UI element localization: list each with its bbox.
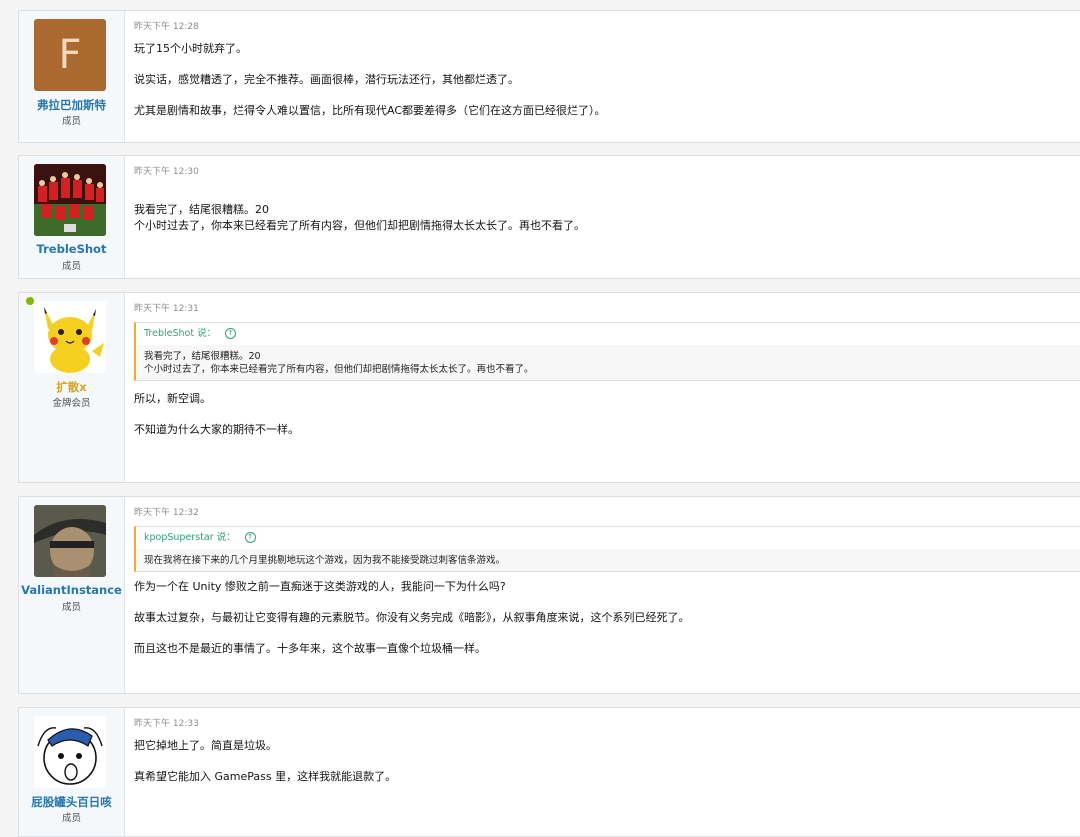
post-content: 把它掉地上了。简直是垃圾。 真希望它能加入 GamePass 里，这样我就能退款…	[134, 738, 1080, 800]
avatar[interactable]	[34, 716, 106, 788]
username[interactable]: 弗拉巴加斯特	[19, 97, 124, 113]
quote-block: kpopSuperstar 说： ↑ 现在我将在接下来的几个月里挑剔地玩这个游戏…	[134, 526, 1080, 572]
post-content: 所以，新空调。 不知道为什么大家的期待不一样。	[134, 391, 1080, 453]
jump-up-icon[interactable]: ↑	[244, 532, 256, 543]
post-paragraph: 故事太过复杂，与最初让它变得有趣的元素脱节。你没有义务完成《暗影》，从叙事角度来…	[134, 611, 690, 624]
avatar[interactable]: F	[34, 19, 106, 91]
post-time[interactable]: 昨天下午 12:30	[134, 164, 199, 177]
post-paragraph: 说实话，感觉糟透了，完全不推荐。画面很棒，潜行玩法还行，其他都烂透了。	[134, 73, 519, 86]
quote-header[interactable]: kpopSuperstar 说： ↑	[136, 527, 1080, 549]
quote-author[interactable]: kpopSuperstar 说：	[144, 532, 236, 543]
user-title: 金牌会员	[52, 398, 91, 409]
post-paragraph: 不知道为什么大家的期待不一样。	[134, 423, 299, 436]
jump-up-icon[interactable]: ↑	[225, 328, 237, 339]
post: TrebleShot 成员 昨天下午 12:30 我看完了，结尾很糟糕。20 个…	[18, 155, 1080, 279]
post-paragraph: 所以，新空调。	[134, 392, 211, 405]
user-info: ValiantInstance 成员	[19, 497, 125, 693]
post-paragraph: 真希望它能加入 GamePass 里，这样我就能退款了。	[134, 770, 397, 783]
pikachu-icon	[44, 307, 104, 373]
username[interactable]: 扩散x	[19, 379, 124, 395]
post-paragraph: 玩了15个小时就弃了。	[134, 42, 247, 55]
soldier-portrait-icon	[34, 505, 106, 577]
post: F 弗拉巴加斯特 成员 昨天下午 12:28 玩了15个小时就弃了。 说实话，感…	[18, 10, 1080, 143]
user-title: 成员	[61, 602, 81, 613]
quote-block: TrebleShot 说： ↑ 我看完了，结尾很糟糕。20 个小时过去了，你本来…	[134, 322, 1080, 381]
post-paragraph: 作为一个在 Unity 惨败之前一直痴迷于这类游戏的人，我能问一下为什么吗?	[134, 580, 506, 593]
quote-line: 个小时过去了，你本来已经看完了所有内容，但他们却把剧情拖得太长太长了。再也不看了…	[144, 364, 534, 375]
meme-face-icon	[37, 727, 103, 785]
post-content: 作为一个在 Unity 惨败之前一直痴迷于这类游戏的人，我能问一下为什么吗? 故…	[134, 579, 1080, 672]
post-paragraph: 而且这也不是最近的事情了。十多年来，这个故事一直像个垃圾桶一样。	[134, 642, 486, 655]
avatar[interactable]	[34, 164, 106, 236]
quote-author[interactable]: TrebleShot 说：	[144, 328, 216, 339]
post-time[interactable]: 昨天下午 12:31	[134, 301, 199, 314]
user-info: TrebleShot 成员	[19, 156, 125, 278]
user-title: 成员	[61, 116, 81, 127]
user-info: 屁股罐头百日咳 成员	[19, 708, 125, 836]
post-paragraph: 我看完了，结尾很糟糕。20 个小时过去了，你本来已经看完了所有内容，但他们却把剧…	[134, 203, 585, 232]
user-info: F 弗拉巴加斯特 成员	[19, 11, 125, 142]
quote-header[interactable]: TrebleShot 说： ↑	[136, 323, 1080, 345]
post: 扩散x 金牌会员 昨天下午 12:31 TrebleShot 说： ↑ 我看完了…	[18, 292, 1080, 483]
online-status-icon	[26, 297, 34, 305]
quote-content: 我看完了，结尾很糟糕。20 个小时过去了，你本来已经看完了所有内容，但他们却把剧…	[136, 345, 1080, 380]
avatar[interactable]	[34, 301, 106, 373]
post-content: 玩了15个小时就弃了。 说实话，感觉糟透了，完全不推荐。画面很棒，潜行玩法还行，…	[134, 41, 1080, 134]
quote-line: 现在我将在接下来的几个月里挑剔地玩这个游戏，因为我不能接受跳过刺客信条游戏。	[144, 555, 506, 566]
quote-content: 现在我将在接下来的几个月里挑剔地玩这个游戏，因为我不能接受跳过刺客信条游戏。	[136, 549, 1080, 571]
user-title: 成员	[61, 261, 81, 272]
team-photo-icon	[34, 164, 106, 236]
post-content: 我看完了，结尾很糟糕。20 个小时过去了，你本来已经看完了所有内容，但他们却把剧…	[134, 186, 1080, 265]
avatar[interactable]	[34, 505, 106, 577]
post: ValiantInstance 成员 昨天下午 12:32 kpopSupers…	[18, 496, 1080, 694]
post-time[interactable]: 昨天下午 12:32	[134, 505, 199, 518]
user-info: 扩散x 金牌会员	[19, 293, 125, 482]
post-time[interactable]: 昨天下午 12:28	[134, 19, 199, 32]
thread: F 弗拉巴加斯特 成员 昨天下午 12:28 玩了15个小时就弃了。 说实话，感…	[0, 0, 1080, 837]
username[interactable]: 屁股罐头百日咳	[19, 794, 124, 810]
username[interactable]: TrebleShot	[19, 242, 124, 256]
quote-line: 我看完了，结尾很糟糕。20	[144, 351, 261, 362]
user-title: 成员	[61, 813, 81, 824]
username[interactable]: ValiantInstance	[19, 583, 124, 597]
post-time[interactable]: 昨天下午 12:33	[134, 716, 199, 729]
post-paragraph: 尤其是剧情和故事，烂得令人难以置信，比所有现代AC都要差得多（它们在这方面已经很…	[134, 104, 606, 117]
post-paragraph: 把它掉地上了。简直是垃圾。	[134, 739, 277, 752]
